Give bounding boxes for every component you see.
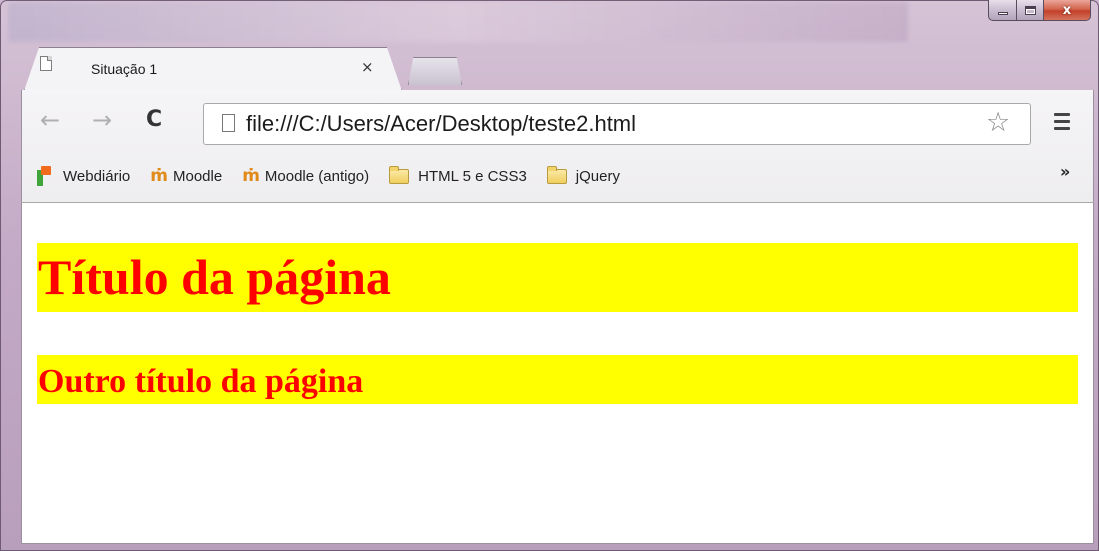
bookmark-label: Webdiário [63,167,131,185]
menu-bar [1054,127,1070,130]
menu-bar [1054,113,1070,116]
minimize-button[interactable] [988,0,1017,21]
titlebar-glass [8,2,908,42]
page-heading-2: Outro título da página [37,355,1078,404]
tab-close-icon[interactable]: × [361,58,374,76]
moodle-icon: ṁ [242,166,260,186]
new-tab-button[interactable] [408,57,462,85]
hamburger-menu-icon[interactable] [1054,113,1070,134]
bookmark-moodle[interactable]: ṁ Moodle [150,166,222,186]
menu-bar [1054,120,1070,123]
url-text[interactable]: file:///C:/Users/Acer/Desktop/teste2.htm… [246,111,636,137]
bookmark-folder-jquery[interactable]: jQuery [546,165,620,185]
maximize-icon [1024,5,1036,15]
folder-icon [546,165,567,184]
bookmarks-overflow-icon[interactable]: » [1060,162,1070,181]
bookmarks-bar: Webdiário ṁ Moodle ṁ Moodle (antigo) HTM… [37,162,640,190]
bookmark-moodle-antigo[interactable]: ṁ Moodle (antigo) [242,166,369,186]
tab-situacao-1[interactable] [24,47,402,91]
back-arrow-icon[interactable]: ← [40,108,60,132]
webdiario-icon [37,166,51,186]
close-icon: x [1062,2,1072,18]
moodle-icon: ṁ [150,166,168,186]
tab-title: Situação 1 [91,61,158,77]
close-button[interactable]: x [1044,0,1091,21]
tab-icon-wrap [40,56,64,71]
page-icon [40,56,52,71]
page-heading-1: Título da página [37,243,1078,312]
minimize-icon [997,12,1008,15]
bookmark-star-icon[interactable]: ☆ [986,109,1010,136]
reload-icon[interactable]: C [146,108,162,132]
maximize-button[interactable] [1017,0,1044,21]
bookmark-label: Moodle (antigo) [264,167,370,185]
forward-arrow-icon[interactable]: → [92,108,112,132]
bookmark-folder-html5-css3[interactable]: HTML 5 e CSS3 [389,165,527,185]
bookmark-label: Moodle [172,167,223,185]
folder-icon [389,165,410,184]
page-icon [222,114,235,132]
bookmark-webdiario[interactable]: Webdiário [37,166,130,186]
window-caption-buttons: x [988,0,1091,21]
bookmark-label: jQuery [575,167,620,185]
bookmark-label: HTML 5 e CSS3 [418,167,527,185]
